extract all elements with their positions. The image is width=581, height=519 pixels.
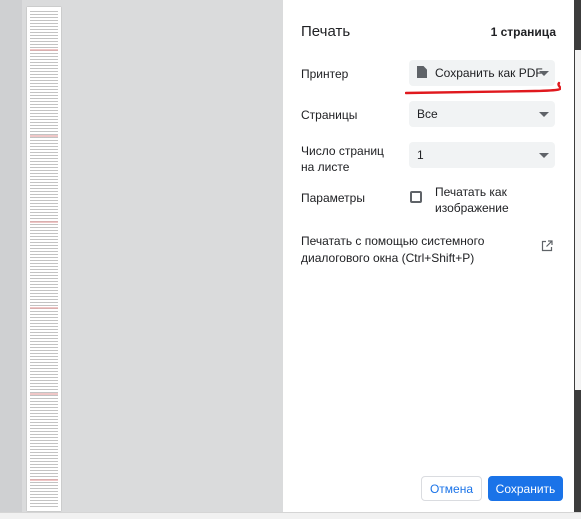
chevron-down-icon [539, 153, 549, 158]
open-in-new-icon[interactable] [541, 240, 553, 252]
preview-page [27, 7, 61, 511]
document-icon [417, 66, 427, 78]
preview-page-highlights [30, 11, 58, 507]
page-count: 1 страница [490, 25, 556, 39]
print-as-image-label[interactable]: Печатать как изображение [435, 184, 545, 216]
pages-select-value: Все [417, 107, 438, 121]
options-label: Параметры [301, 191, 365, 205]
pages-per-sheet-label: Число страниц на листе [301, 144, 384, 174]
background-window-content [575, 50, 581, 390]
pages-select[interactable]: Все [409, 101, 555, 127]
pages-per-sheet-select[interactable]: 1 [409, 142, 555, 168]
print-as-image-checkbox[interactable] [410, 191, 422, 203]
cancel-button[interactable]: Отмена [421, 476, 482, 501]
printer-label: Принтер [301, 67, 349, 81]
save-button[interactable]: Сохранить [488, 476, 563, 501]
printer-select-value: Сохранить как PDF [435, 66, 543, 80]
pages-label: Страницы [301, 108, 358, 122]
print-preview-area [0, 0, 283, 512]
system-dialog-link[interactable]: Печатать с помощью системного диалоговог… [301, 233, 531, 267]
dialog-title: Печать [301, 23, 351, 40]
background-window-edge [574, 0, 581, 518]
chevron-down-icon [539, 71, 549, 76]
red-annotation-underline [405, 81, 561, 95]
chevron-down-icon [539, 112, 549, 117]
pages-per-sheet-value: 1 [417, 148, 424, 162]
preview-left-strip [0, 0, 22, 512]
